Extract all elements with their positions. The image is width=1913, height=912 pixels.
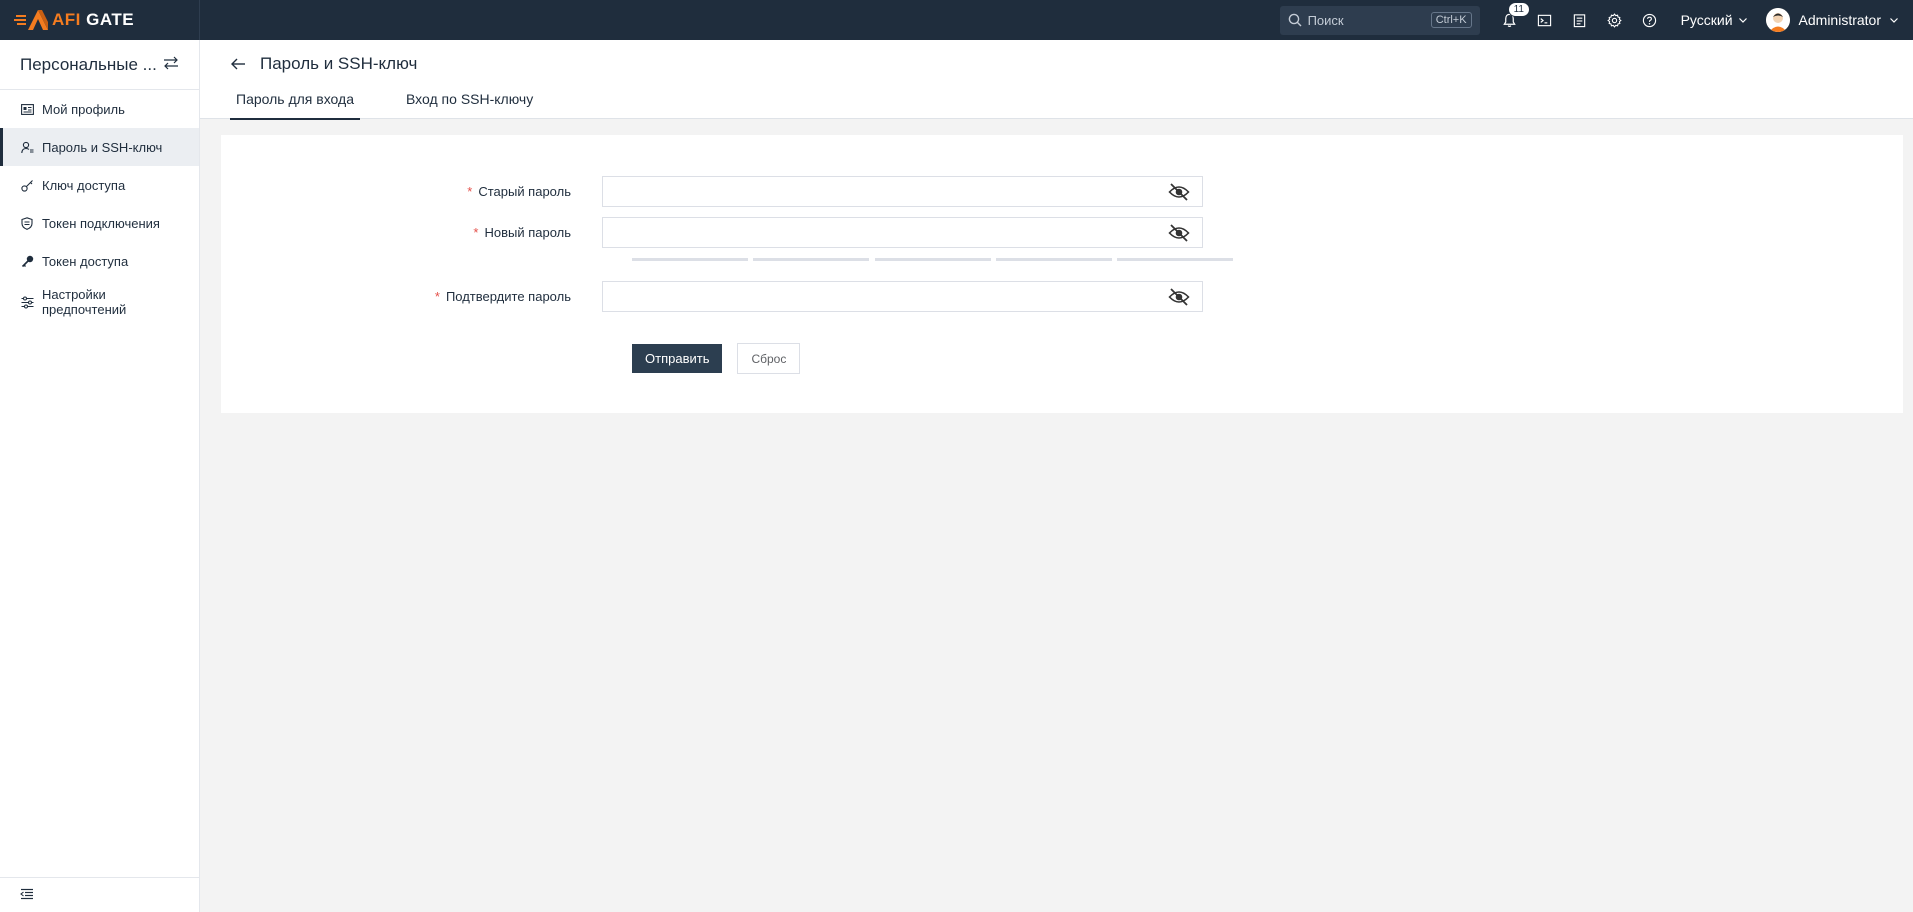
search-icon: [1288, 13, 1302, 27]
strength-segment: [632, 258, 748, 261]
sidebar-item-label: Мой профиль: [42, 101, 125, 117]
collapse-menu-icon[interactable]: [20, 888, 34, 903]
sidebar-item-access-token[interactable]: Токен доступа: [0, 242, 199, 280]
language-select[interactable]: Русский: [1681, 12, 1748, 28]
back-arrow-icon[interactable]: [230, 57, 246, 71]
key-solid-icon: [20, 254, 34, 268]
sidebar-footer: [0, 877, 199, 912]
sidebar-item-label: Токен подключения: [42, 215, 160, 231]
eye-slash-icon[interactable]: [1168, 183, 1190, 204]
brand[interactable]: AFI GATE: [0, 0, 200, 40]
clipboard-icon: [1573, 13, 1585, 27]
sidebar-item-password-ssh[interactable]: Пароль и SSH-ключ: [0, 128, 199, 166]
brand-suffix: GATE: [80, 10, 135, 29]
confirm-password-label-text: Подтвердите пароль: [445, 289, 571, 304]
shield-icon: [20, 216, 34, 230]
old-password-row: * Старый пароль: [221, 176, 1203, 207]
old-password-label-text: Старый пароль: [478, 184, 571, 199]
sidebar-header: Персональные ...: [0, 40, 199, 90]
user-menu[interactable]: Administrator: [1765, 8, 1899, 32]
confirm-password-row: * Подтвердите пароль: [221, 281, 1203, 312]
tabs: Пароль для входа Вход по SSH-ключу: [230, 88, 579, 120]
reset-button[interactable]: Сброс: [737, 343, 801, 374]
chevron-down-icon: [1738, 18, 1747, 23]
submit-button[interactable]: Отправить: [632, 344, 723, 373]
brand-name: AFI GATE: [52, 10, 134, 30]
sidebar-item-my-profile[interactable]: Мой профиль: [0, 90, 199, 128]
tasks-button[interactable]: [1562, 0, 1597, 40]
sidebar-item-access-key[interactable]: Ключ доступа: [0, 166, 199, 204]
confirm-password-field[interactable]: [602, 281, 1203, 312]
confirm-password-input[interactable]: [603, 282, 1202, 311]
sidebar-item-label: Токен доступа: [42, 253, 129, 269]
sidebar-menu: Мой профиль Пароль и SSH-ключ Ключ досту…: [0, 90, 199, 324]
new-password-input[interactable]: [603, 218, 1202, 247]
top-bar: AFI GATE Поиск Ctrl+K 11 Русский Adminis…: [0, 0, 1913, 40]
strength-segment: [874, 258, 991, 261]
eye-slash-icon[interactable]: [1168, 224, 1190, 245]
notifications-button[interactable]: 11: [1492, 0, 1530, 40]
sliders-icon: [20, 295, 34, 309]
switch-arrows-icon[interactable]: [163, 56, 179, 73]
sidebar-item-preferences[interactable]: Настройки предпочтений: [0, 280, 199, 324]
password-strength-meter: [632, 258, 1233, 261]
avatar: [1765, 8, 1790, 32]
required-mark: *: [473, 225, 479, 240]
new-password-label-text: Новый пароль: [484, 225, 571, 240]
page-title: Пароль и SSH-ключ: [230, 54, 417, 74]
profile-card-icon: [20, 102, 34, 116]
sidebar-item-label: Ключ доступа: [42, 177, 126, 193]
new-password-row: * Новый пароль: [221, 217, 1203, 248]
strength-segment: [753, 258, 870, 261]
page-header: Пароль и SSH-ключ Пароль для входа Вход …: [200, 40, 1913, 120]
terminal-button[interactable]: [1527, 0, 1562, 40]
strength-segment: [1117, 258, 1233, 261]
key-icon: [20, 178, 34, 192]
sidebar-item-label: Настройки предпочтений: [42, 287, 127, 317]
password-form-card: * Старый пароль * Новый пароль * Подтвердит…: [221, 135, 1903, 413]
confirm-password-label: * Подтвердите пароль: [221, 289, 602, 304]
language-label: Русский: [1680, 12, 1733, 28]
sidebar-item-label: Пароль и SSH-ключ: [42, 139, 163, 155]
old-password-label: * Старый пароль: [221, 184, 602, 199]
sidebar-title: Персональные ...: [20, 54, 157, 74]
required-mark: *: [434, 289, 440, 304]
strength-segment: [995, 258, 1112, 261]
page-title-text: Пароль и SSH-ключ: [260, 54, 418, 73]
username: Administrator: [1798, 12, 1881, 28]
required-mark: *: [467, 184, 473, 199]
old-password-input[interactable]: [603, 177, 1202, 206]
eye-slash-icon[interactable]: [1168, 288, 1190, 309]
new-password-field[interactable]: [602, 217, 1203, 248]
sidebar-item-connection-token[interactable]: Токен подключения: [0, 204, 199, 242]
new-password-label: * Новый пароль: [221, 225, 602, 240]
settings-button[interactable]: [1597, 0, 1632, 40]
old-password-field[interactable]: [602, 176, 1203, 207]
search-shortcut: Ctrl+K: [1430, 12, 1472, 28]
global-search[interactable]: Поиск Ctrl+K: [1279, 5, 1480, 35]
top-right-tools: Поиск Ctrl+K 11 Русский Administrator: [1279, 0, 1913, 40]
sidebar: Персональные ... Мой профиль Пароль и SS…: [0, 40, 200, 912]
form-actions: Отправить Сброс: [632, 343, 801, 374]
help-button[interactable]: [1632, 0, 1667, 40]
user-key-icon: [20, 140, 34, 154]
tab-login-password[interactable]: Пароль для входа: [230, 88, 360, 120]
tab-ssh-login[interactable]: Вход по SSH-ключу: [400, 88, 539, 119]
search-placeholder: Поиск: [1307, 12, 1344, 28]
brand-prefix: AFI: [52, 10, 81, 29]
chevron-down-icon: [1890, 18, 1898, 23]
help-icon: [1642, 13, 1656, 27]
gear-icon: [1606, 12, 1622, 28]
terminal-icon: [1537, 14, 1551, 26]
brand-logo-icon: [14, 6, 50, 34]
